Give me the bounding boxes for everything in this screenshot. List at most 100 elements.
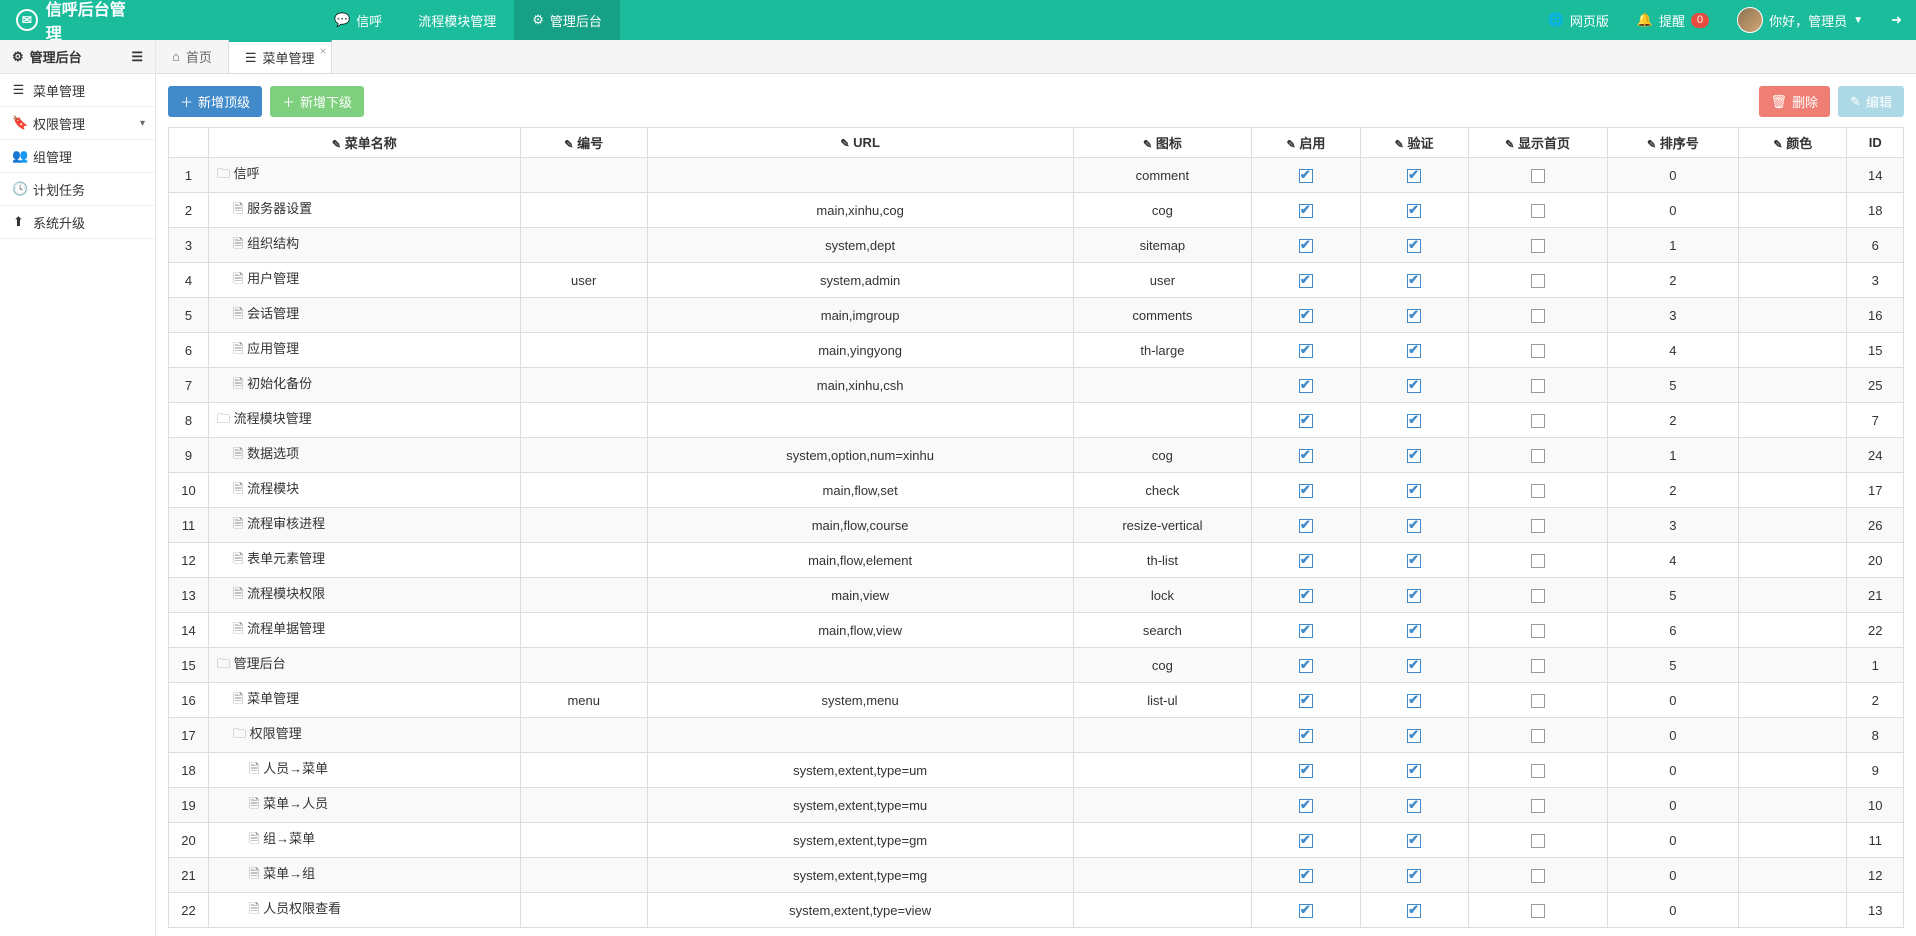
checkbox[interactable] — [1299, 834, 1313, 848]
checkbox[interactable] — [1531, 379, 1545, 393]
col-header-10[interactable]: ID — [1847, 128, 1904, 158]
table-row[interactable]: 13🗎 流程模块权限main,viewlock521 — [169, 578, 1904, 613]
table-row[interactable]: 19🗎 菜单→人员system,extent,type=mu010 — [169, 788, 1904, 823]
checkbox[interactable] — [1531, 309, 1545, 323]
table-row[interactable]: 22🗎 人员权限查看system,extent,type=view013 — [169, 893, 1904, 928]
checkbox[interactable] — [1299, 204, 1313, 218]
checkbox[interactable] — [1407, 239, 1421, 253]
table-row[interactable]: 4🗎 用户管理usersystem,adminuser23 — [169, 263, 1904, 298]
checkbox[interactable] — [1531, 764, 1545, 778]
checkbox[interactable] — [1407, 379, 1421, 393]
checkbox[interactable] — [1407, 344, 1421, 358]
col-header-0[interactable] — [169, 128, 209, 158]
edit-button[interactable]: ✎ 编辑 — [1838, 86, 1904, 117]
checkbox[interactable] — [1531, 414, 1545, 428]
checkbox[interactable] — [1531, 799, 1545, 813]
table-row[interactable]: 2🗎 服务器设置main,xinhu,cogcog018 — [169, 193, 1904, 228]
checkbox[interactable] — [1299, 904, 1313, 918]
checkbox[interactable] — [1407, 729, 1421, 743]
checkbox[interactable] — [1299, 414, 1313, 428]
table-row[interactable]: 20🗎 组→菜单system,extent,type=gm011 — [169, 823, 1904, 858]
checkbox[interactable] — [1531, 449, 1545, 463]
checkbox[interactable] — [1299, 729, 1313, 743]
col-header-4[interactable]: ✎ 图标 — [1073, 128, 1252, 158]
checkbox[interactable] — [1531, 834, 1545, 848]
table-row[interactable]: 7🗎 初始化备份main,xinhu,csh525 — [169, 368, 1904, 403]
checkbox[interactable] — [1407, 414, 1421, 428]
table-row[interactable]: 17🗀 权限管理08 — [169, 718, 1904, 753]
col-header-6[interactable]: ✎ 验证 — [1360, 128, 1468, 158]
checkbox[interactable] — [1531, 204, 1545, 218]
checkbox[interactable] — [1407, 204, 1421, 218]
checkbox[interactable] — [1299, 309, 1313, 323]
col-header-7[interactable]: ✎ 显示首页 — [1468, 128, 1607, 158]
sidebar-toggle[interactable]: ☰ — [131, 49, 143, 65]
table-row[interactable]: 3🗎 组织结构system,deptsitemap16 — [169, 228, 1904, 263]
col-header-8[interactable]: ✎ 排序号 — [1607, 128, 1739, 158]
checkbox[interactable] — [1531, 519, 1545, 533]
sidebar-item-3[interactable]: 🕓计划任务 — [0, 173, 155, 206]
checkbox[interactable] — [1299, 694, 1313, 708]
checkbox[interactable] — [1531, 729, 1545, 743]
checkbox[interactable] — [1407, 834, 1421, 848]
table-row[interactable]: 16🗎 菜单管理menusystem,menulist-ul02 — [169, 683, 1904, 718]
checkbox[interactable] — [1407, 764, 1421, 778]
checkbox[interactable] — [1299, 239, 1313, 253]
col-header-9[interactable]: ✎ 颜色 — [1739, 128, 1847, 158]
checkbox[interactable] — [1407, 589, 1421, 603]
checkbox[interactable] — [1299, 274, 1313, 288]
checkbox[interactable] — [1531, 169, 1545, 183]
user-menu[interactable]: 你好，管理员 ▼ — [1723, 0, 1877, 40]
topnav-item-0[interactable]: 💬信呼 — [316, 0, 400, 40]
add-top-button[interactable]: ＋ 新增顶级 — [168, 86, 262, 117]
checkbox[interactable] — [1531, 869, 1545, 883]
checkbox[interactable] — [1531, 484, 1545, 498]
table-row[interactable]: 12🗎 表单元素管理main,flow,elementth-list420 — [169, 543, 1904, 578]
checkbox[interactable] — [1407, 484, 1421, 498]
table-row[interactable]: 18🗎 人员→菜单system,extent,type=um09 — [169, 753, 1904, 788]
checkbox[interactable] — [1407, 869, 1421, 883]
checkbox[interactable] — [1407, 799, 1421, 813]
checkbox[interactable] — [1407, 519, 1421, 533]
checkbox[interactable] — [1407, 659, 1421, 673]
logout-button[interactable]: ➜ — [1877, 0, 1916, 40]
table-row[interactable]: 15🗀 管理后台cog51 — [169, 648, 1904, 683]
checkbox[interactable] — [1531, 274, 1545, 288]
col-header-5[interactable]: ✎ 启用 — [1252, 128, 1360, 158]
checkbox[interactable] — [1299, 589, 1313, 603]
table-row[interactable]: 14🗎 流程单据管理main,flow,viewsearch622 — [169, 613, 1904, 648]
table-row[interactable]: 8🗀 流程模块管理27 — [169, 403, 1904, 438]
checkbox[interactable] — [1299, 449, 1313, 463]
table-row[interactable]: 11🗎 流程审核进程main,flow,courseresize-vertica… — [169, 508, 1904, 543]
checkbox[interactable] — [1299, 869, 1313, 883]
checkbox[interactable] — [1407, 624, 1421, 638]
checkbox[interactable] — [1299, 764, 1313, 778]
col-header-3[interactable]: ✎ URL — [647, 128, 1073, 158]
checkbox[interactable] — [1407, 274, 1421, 288]
checkbox[interactable] — [1407, 449, 1421, 463]
checkbox[interactable] — [1299, 624, 1313, 638]
sidebar-item-2[interactable]: 👥组管理 — [0, 140, 155, 173]
sidebar-item-4[interactable]: ⬆系统升级 — [0, 206, 155, 239]
tab-0[interactable]: ⌂首页 — [156, 40, 229, 73]
checkbox[interactable] — [1531, 694, 1545, 708]
checkbox[interactable] — [1407, 169, 1421, 183]
table-row[interactable]: 1🗀 信呼comment014 — [169, 158, 1904, 193]
sidebar-item-0[interactable]: ☰菜单管理 — [0, 74, 155, 107]
checkbox[interactable] — [1299, 379, 1313, 393]
add-sub-button[interactable]: ＋ 新增下级 — [270, 86, 364, 117]
checkbox[interactable] — [1531, 554, 1545, 568]
col-header-1[interactable]: ✎ 菜单名称 — [208, 128, 520, 158]
checkbox[interactable] — [1531, 904, 1545, 918]
sidebar-item-1[interactable]: 🔖权限管理▾ — [0, 107, 155, 140]
table-row[interactable]: 9🗎 数据选项system,option,num=xinhucog124 — [169, 438, 1904, 473]
checkbox[interactable] — [1531, 659, 1545, 673]
checkbox[interactable] — [1531, 239, 1545, 253]
table-row[interactable]: 10🗎 流程模块main,flow,setcheck217 — [169, 473, 1904, 508]
checkbox[interactable] — [1531, 624, 1545, 638]
checkbox[interactable] — [1531, 589, 1545, 603]
checkbox[interactable] — [1299, 799, 1313, 813]
checkbox[interactable] — [1407, 554, 1421, 568]
close-icon[interactable]: × — [320, 44, 327, 58]
col-header-2[interactable]: ✎ 编号 — [520, 128, 647, 158]
